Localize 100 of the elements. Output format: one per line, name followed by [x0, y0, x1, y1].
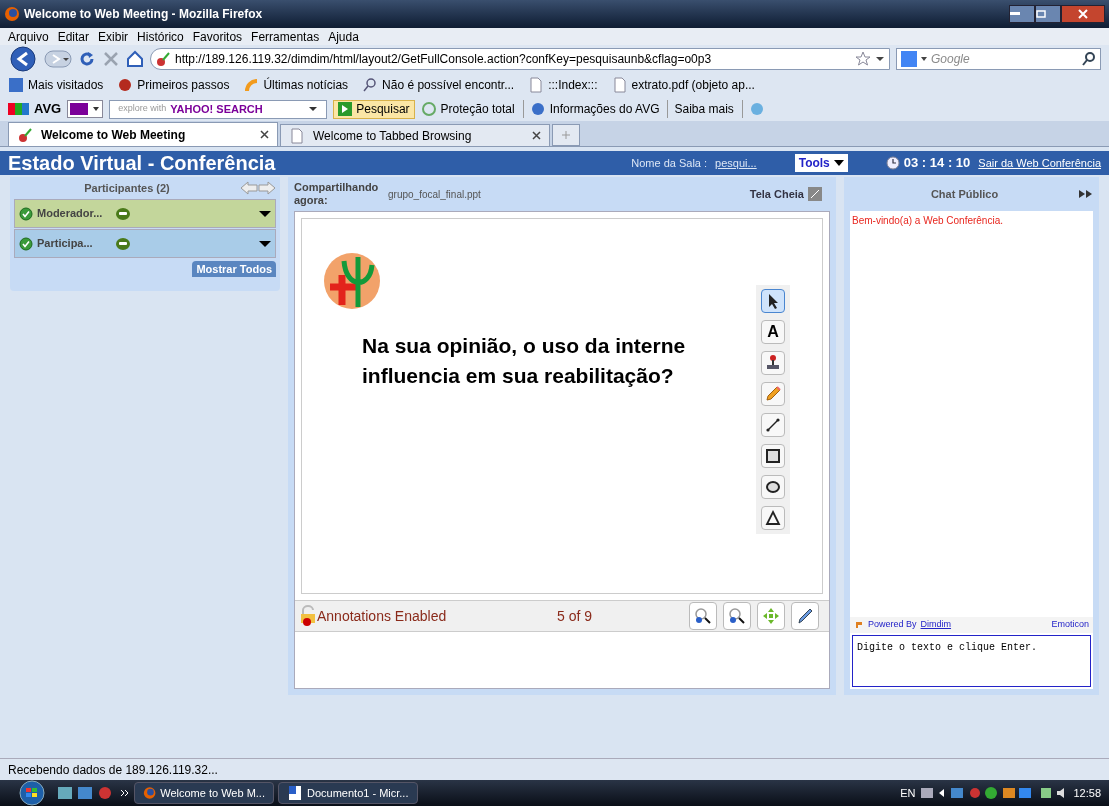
- bookmark-link[interactable]: Mais visitados: [8, 76, 104, 94]
- exit-link[interactable]: Sair da Web Conferência: [978, 154, 1101, 172]
- triangle-tool-button[interactable]: [761, 506, 785, 530]
- menu-item[interactable]: Histórico: [137, 27, 184, 46]
- pointer-tool-button[interactable]: [761, 289, 785, 313]
- zoom-in-icon: [727, 606, 747, 626]
- dimdim-link[interactable]: Dimdim: [920, 618, 1048, 632]
- yahoo-search-field[interactable]: explore with YAHOO! SEARCH: [109, 99, 328, 119]
- line-tool-button[interactable]: [761, 413, 785, 437]
- panel-title: Participantes (2): [83, 180, 171, 196]
- close-icon: [1078, 9, 1088, 19]
- pencil-icon: [795, 606, 815, 626]
- home-icon[interactable]: [126, 50, 144, 68]
- menu-item[interactable]: Favoritos: [192, 27, 243, 46]
- slide-text: Na sua opinião, o uso da interne influencia em sua reabilitação?: [362, 333, 686, 389]
- bookmark-icon: [8, 77, 24, 93]
- room-label: Nome da Sala :: [631, 155, 708, 171]
- browser-tab[interactable]: Welcome to Web Meeting: [8, 122, 278, 146]
- bookmark-link[interactable]: Não é possível encontr...: [362, 76, 515, 94]
- ellipse-tool-button[interactable]: [761, 475, 785, 499]
- participant-row[interactable]: Participa...: [14, 229, 276, 258]
- site-icon: [17, 126, 33, 143]
- emoticon-link[interactable]: Emoticon: [1051, 618, 1089, 632]
- firefox-icon: [4, 6, 20, 22]
- taskbar-button[interactable]: Documento1 - Micr...: [278, 782, 418, 804]
- triangle-tool-icon: [763, 508, 783, 528]
- status-bar: Recebendo dados de 189.126.119.32...: [0, 758, 1109, 780]
- show-all-button[interactable]: Mostrar Todos: [192, 261, 276, 277]
- collapse-icon[interactable]: [1079, 190, 1093, 198]
- close-button[interactable]: [1061, 5, 1105, 23]
- zoom-in-button[interactable]: [723, 602, 751, 630]
- session-timer: 03 : 14 : 10: [903, 154, 971, 173]
- close-icon[interactable]: [532, 131, 541, 140]
- check-icon: [19, 206, 33, 221]
- padlock-icon: [299, 605, 317, 627]
- dropdown-icon: [875, 55, 885, 63]
- stamp-tool-button[interactable]: [761, 351, 785, 375]
- chat-input[interactable]: Digite o texto e clique Enter.: [852, 635, 1091, 687]
- document-icon: [287, 785, 303, 801]
- search-icon: [362, 77, 379, 93]
- clock: 12:58: [1073, 785, 1101, 801]
- menu-item[interactable]: Editar: [57, 27, 90, 46]
- firefox-icon: [143, 785, 157, 801]
- search-button[interactable]: Pesquisar: [333, 99, 415, 119]
- menu-item[interactable]: Arquivo: [8, 27, 49, 46]
- forward-icon[interactable]: [44, 49, 72, 69]
- pencil-tool-button[interactable]: [761, 382, 785, 406]
- file-name: grupo_focal_final.ppt: [388, 187, 482, 202]
- tools-menu-button[interactable]: Tools: [794, 154, 848, 172]
- search-icon[interactable]: [1082, 52, 1096, 66]
- star-icon: [855, 51, 871, 67]
- toolbar-link[interactable]: Informações do AVG: [529, 100, 669, 118]
- site-icon: [155, 51, 171, 67]
- caret-icon[interactable]: [259, 209, 271, 218]
- caret-icon: [833, 159, 844, 167]
- reload-icon[interactable]: [78, 50, 96, 68]
- annotations-status: Annotations Enabled: [317, 606, 448, 626]
- pencil-button[interactable]: [791, 602, 819, 630]
- rss-icon: [243, 77, 260, 93]
- menu-item[interactable]: Exibir: [98, 27, 129, 46]
- bookmark-link[interactable]: Últimas notícias: [243, 76, 349, 94]
- fullscreen-icon[interactable]: [808, 187, 822, 201]
- dimdim-icon: [854, 620, 864, 630]
- bookmark-icon: [117, 77, 134, 93]
- bookmark-link[interactable]: extrato.pdf (objeto ap...: [611, 76, 755, 94]
- shield-icon: [420, 101, 437, 117]
- powered-by-label: Powered By: [868, 618, 917, 632]
- chat-message: Bem-vindo(a) a Web Conferência.: [852, 214, 1004, 228]
- menu-item[interactable]: Ajuda: [328, 27, 359, 46]
- minimize-button[interactable]: [1009, 5, 1035, 23]
- zoom-out-button[interactable]: [689, 602, 717, 630]
- bookmark-link[interactable]: Primeiros passos: [117, 76, 230, 94]
- back-icon[interactable]: [8, 46, 38, 72]
- address-field[interactable]: http://189.126.119.32/dimdim/html/layout2/GetFullConsole.action?confKey=pesquisaunb&cflag=o0p3: [150, 48, 890, 70]
- fullscreen-link[interactable]: Tela Cheia: [749, 185, 804, 203]
- globe-icon: [529, 101, 546, 117]
- chevron-icon[interactable]: [120, 788, 130, 798]
- toolbar-link[interactable]: Saiba mais: [674, 100, 743, 118]
- toolbar-link[interactable]: Proteção total: [420, 100, 524, 118]
- page-icon: [289, 127, 305, 144]
- rectangle-tool-button[interactable]: [761, 444, 785, 468]
- avg-logo[interactable]: AVG: [8, 99, 62, 119]
- bookmark-link[interactable]: :::Index:::: [528, 76, 598, 94]
- browser-tab[interactable]: Welcome to Tabbed Browsing: [280, 124, 550, 146]
- close-icon[interactable]: [260, 130, 269, 139]
- maximize-icon: [1036, 10, 1046, 18]
- taskbar-button[interactable]: Welcome to Web M...: [134, 782, 274, 804]
- search-field[interactable]: Google: [896, 48, 1101, 70]
- panel-title: Chat Público: [929, 186, 1000, 202]
- text-tool-button[interactable]: A: [761, 320, 785, 344]
- sharing-label: Compartilhando agora:: [294, 181, 380, 207]
- page-counter: 5 of 9: [557, 606, 594, 626]
- language-indicator[interactable]: EN: [900, 784, 916, 802]
- pencil-tool-icon: [763, 384, 783, 404]
- participant-row[interactable]: Moderador...: [14, 199, 276, 228]
- caret-icon[interactable]: [259, 239, 271, 248]
- app-title: Estado Virtual - Conferência: [8, 151, 277, 176]
- room-name-link[interactable]: pesqui...: [715, 154, 757, 172]
- menu-item[interactable]: Ferramentas: [251, 27, 320, 46]
- maximize-button[interactable]: [1035, 5, 1061, 23]
